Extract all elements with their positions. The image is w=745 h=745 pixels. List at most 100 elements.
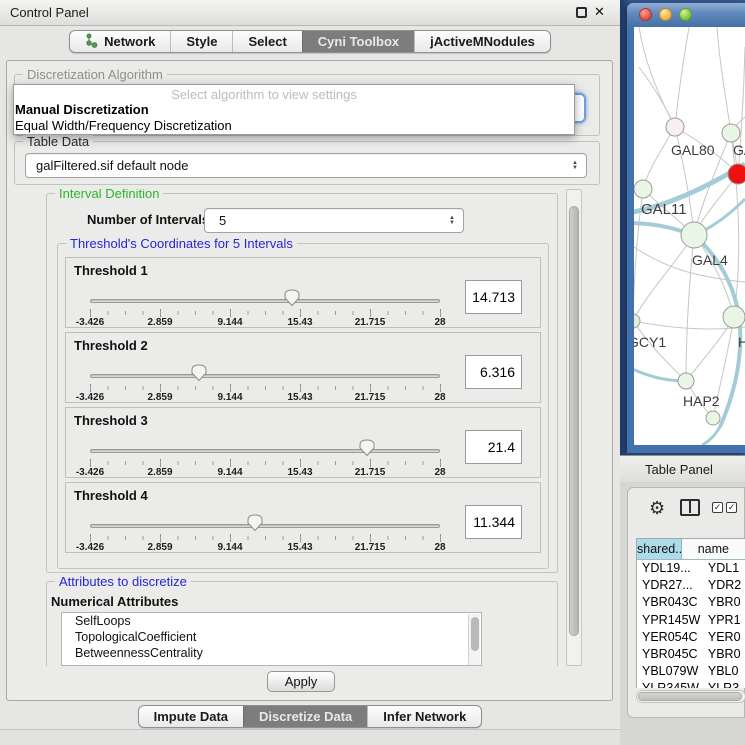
table-row[interactable]: YBL079WYBL0	[637, 663, 745, 680]
settings-scroll-area: Interval Definition Number of Intervals …	[13, 189, 573, 666]
table-row[interactable]: YDL19...YDL1	[637, 560, 745, 577]
float-window-icon[interactable]	[576, 7, 587, 18]
table-data-legend: Table Data	[23, 134, 93, 149]
threshold-1-value-field[interactable]	[465, 280, 522, 314]
checkbox-icon[interactable]: ✓	[726, 502, 737, 513]
window-zoom-icon[interactable]	[679, 8, 692, 21]
threshold-3-panel: Threshold 3 -3.426 2.859 9.144 15.43 21.…	[65, 407, 541, 478]
tab-cyni-toolbox[interactable]: Cyni Toolbox	[302, 31, 414, 52]
node-hap2	[678, 373, 694, 389]
node-label-partial: H	[738, 334, 745, 350]
window-close-icon[interactable]	[639, 8, 652, 21]
interval-definition-legend: Interval Definition	[55, 189, 163, 201]
network-graph: GAL80 GA GAL11 GAL4 GCY1 H HAP2	[634, 27, 745, 445]
gear-icon[interactable]: ⚙	[649, 498, 665, 519]
list-item[interactable]: BetweennessCentrality	[62, 645, 481, 661]
table-row[interactable]: YLR345WYLR3	[637, 680, 745, 688]
table-row[interactable]: YPR145WYPR1	[637, 612, 745, 629]
dropdown-option-manual[interactable]: Manual Discretization	[15, 102, 149, 117]
slider-minor-ticks	[90, 536, 441, 540]
top-tab-group: Network Style Select Cyni Toolbox jActiv…	[69, 30, 551, 53]
thresholds-group: Threshold's Coordinates for 5 Intervals …	[57, 243, 549, 569]
slider-minor-ticks	[90, 386, 441, 390]
numerical-attributes-label: Numerical Attributes	[51, 594, 178, 609]
table-row[interactable]: YBR043CYBR0	[637, 594, 745, 611]
apply-button[interactable]: Apply	[267, 671, 335, 692]
threshold-1-slider-thumb[interactable]	[284, 289, 300, 306]
threshold-4-slider-thumb[interactable]	[247, 514, 263, 531]
table-panel: ⚙ ✓ ✓ shared... name YDL19...YDL1 YDR27.…	[627, 487, 745, 718]
table-data-combobox[interactable]: galFiltered.sif default node ▲▼	[25, 153, 587, 178]
numerical-attributes-list[interactable]: SelfLoops TopologicalCoefficient Between…	[61, 612, 482, 666]
threshold-4-slider[interactable]	[90, 524, 440, 528]
slider-minor-ticks	[90, 461, 441, 465]
node	[666, 118, 684, 136]
list-scrollbar[interactable]	[468, 614, 480, 666]
interval-definition-group: Interval Definition Number of Intervals …	[46, 193, 558, 573]
stepper-icon: ▲▼	[449, 216, 455, 226]
number-of-intervals-value: 5	[219, 213, 226, 228]
threshold-1-panel: Threshold 1 -3.426 2.859 9.144 15.43 21.…	[65, 257, 541, 328]
threshold-3-slider-thumb[interactable]	[359, 439, 375, 456]
node-label-partial: GA	[733, 142, 745, 158]
tab-style[interactable]: Style	[170, 31, 232, 52]
node-gal4	[681, 222, 707, 248]
scrollbar-thumb[interactable]	[569, 206, 579, 636]
network-view-window: GAL80 GA GAL11 GAL4 GCY1 H HAP2	[627, 3, 745, 453]
dropdown-prompt: Select algorithm to view settings	[14, 87, 514, 102]
dropdown-option-equal-width[interactable]: Equal Width/Frequency Discretization	[15, 118, 232, 133]
table-data-group: Table Data galFiltered.sif default node …	[14, 141, 600, 185]
node-selected	[728, 164, 745, 184]
tab-impute-data[interactable]: Impute Data	[139, 706, 243, 727]
control-panel: Control Panel ✕ Network	[0, 0, 620, 745]
control-panel-titlebar: Control Panel ✕	[0, 0, 620, 26]
table-panel-header: Table Panel	[620, 455, 745, 482]
column-header-shared-name[interactable]: shared...	[637, 539, 682, 559]
list-item[interactable]: TopologicalCoefficient	[62, 629, 481, 645]
number-of-intervals-label: Number of Intervals	[87, 212, 209, 227]
node-label-hap2: HAP2	[683, 393, 720, 409]
split-view-icon[interactable]	[680, 499, 700, 516]
scrollbar-thumb[interactable]	[638, 692, 742, 701]
table-data-value: galFiltered.sif default node	[36, 158, 188, 173]
threshold-4-value-field[interactable]	[465, 505, 522, 539]
table-horizontal-scrollbar[interactable]	[636, 690, 745, 703]
threshold-3-slider[interactable]	[90, 449, 440, 453]
threshold-2-slider-thumb[interactable]	[191, 364, 207, 381]
checkbox-icon[interactable]: ✓	[712, 502, 723, 513]
tab-network[interactable]: Network	[70, 31, 170, 52]
stepper-icon: ▲▼	[572, 161, 578, 171]
network-canvas[interactable]: GAL80 GA GAL11 GAL4 GCY1 H HAP2	[634, 27, 745, 445]
node-label-gal4: GAL4	[692, 252, 728, 268]
algorithm-dropdown-popup: Select algorithm to view settings Manual…	[13, 84, 575, 135]
number-of-intervals-combobox[interactable]: 5 ▲▼	[204, 208, 464, 233]
tab-select[interactable]: Select	[232, 31, 301, 52]
threshold-3-value-field[interactable]	[465, 430, 522, 464]
column-header-name[interactable]: name	[682, 539, 745, 559]
network-icon	[85, 33, 98, 51]
slider-minor-ticks	[90, 311, 441, 315]
thresholds-legend: Threshold's Coordinates for 5 Intervals	[66, 236, 297, 251]
threshold-2-value-field[interactable]	[465, 355, 522, 389]
window-minimize-icon[interactable]	[659, 8, 672, 21]
threshold-1-slider[interactable]	[90, 299, 440, 303]
node-label-gal80: GAL80	[671, 142, 715, 158]
tab-discretize-data[interactable]: Discretize Data	[243, 706, 367, 727]
bottom-tab-row: Impute Data Discretize Data Infer Networ…	[0, 705, 620, 728]
node-label-gal11: GAL11	[641, 201, 687, 218]
table-row[interactable]: YDR27...YDR2	[637, 577, 745, 594]
panel-title: Control Panel	[10, 5, 89, 20]
tab-infer-network[interactable]: Infer Network	[367, 706, 481, 727]
node-table[interactable]: shared... name YDL19...YDL1 YDR27...YDR2…	[636, 538, 745, 688]
bottom-tab-group: Impute Data Discretize Data Infer Networ…	[138, 705, 483, 728]
node	[722, 124, 740, 142]
top-tab-row: Network Style Select Cyni Toolbox jActiv…	[0, 30, 620, 53]
table-row[interactable]: YER054CYER0	[637, 629, 745, 646]
close-icon[interactable]: ✕	[594, 4, 605, 20]
list-item[interactable]: SelfLoops	[62, 613, 481, 629]
screenshot-root: Control Panel ✕ Network	[0, 0, 745, 745]
table-row[interactable]: YBR045CYBR0	[637, 646, 745, 663]
threshold-2-slider[interactable]	[90, 374, 440, 378]
tab-jactivemnodules[interactable]: jActiveMNodules	[414, 31, 550, 52]
settings-scrollbar[interactable]	[566, 189, 582, 666]
